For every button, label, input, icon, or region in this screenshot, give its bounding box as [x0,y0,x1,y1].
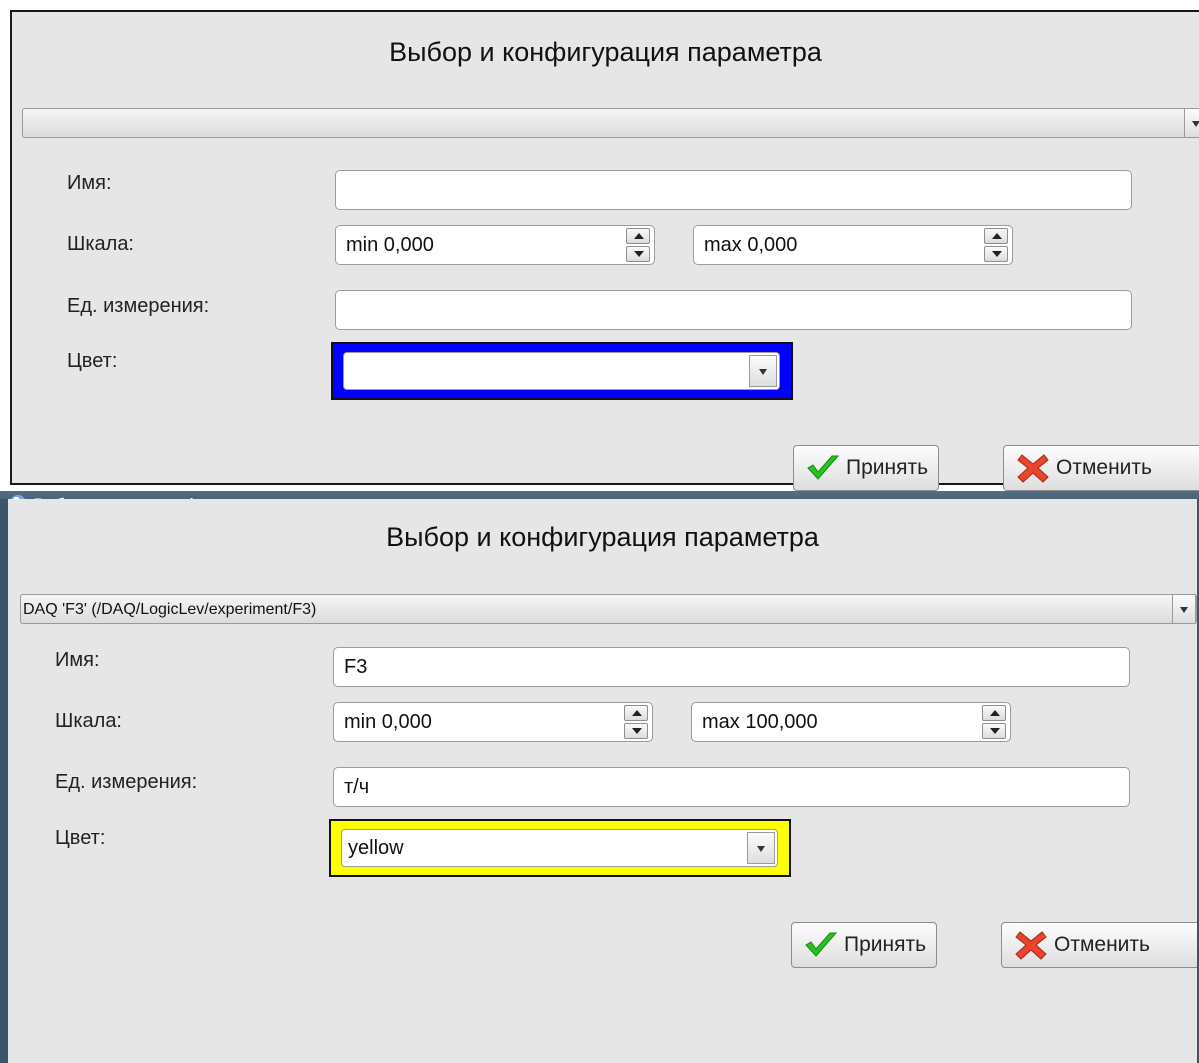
cross-icon [1017,454,1049,483]
config-dialog-empty: Выбор и конфигурация параметра Имя: Шкал… [10,10,1199,491]
chevron-down-icon[interactable] [1172,594,1196,624]
color-swatch [331,342,793,400]
color-label: Цвет: [67,350,118,372]
units-field[interactable] [335,290,1132,330]
cross-icon [1015,931,1047,960]
name-label: Имя: [67,172,112,194]
spin-up-icon[interactable] [624,705,648,721]
scale-min-value: min 0,000 [346,234,434,256]
chevron-down-icon[interactable] [747,832,775,864]
dialog-heading: Выбор и конфигурация параметра [386,522,819,552]
check-icon [805,932,838,957]
scale-max-spinbox[interactable]: max 100,000 [691,702,1011,742]
dialog-heading: Выбор и конфигурация параметра [389,37,822,67]
cancel-button-label: Отменить [1054,933,1150,956]
name-field[interactable]: F3 [333,647,1130,687]
color-select[interactable]: yellow [341,829,778,867]
name-field[interactable] [335,170,1132,210]
name-label: Имя: [55,649,100,671]
units-field[interactable]: т/ч [333,767,1130,807]
scale-min-value: min 0,000 [344,711,432,733]
color-select[interactable] [343,352,780,390]
units-label: Ед. измерения: [67,295,210,317]
spin-up-icon[interactable] [982,705,1006,721]
scale-max-value: max 0,000 [704,234,798,256]
cancel-button-label: Отменить [1056,456,1152,479]
accept-button[interactable]: Принять [793,445,940,491]
scale-min-spinbox[interactable]: min 0,000 [333,702,653,742]
config-dialog-filled: Выбор и конфигурация параметра DAQ 'F3' … [0,499,1199,1063]
color-swatch: yellow [329,819,791,877]
scale-min-spinbox[interactable]: min 0,000 [335,225,655,265]
spin-up-icon[interactable] [984,228,1008,244]
spin-down-icon[interactable] [984,246,1008,262]
chevron-down-icon[interactable] [749,355,777,387]
scale-label: Шкала: [67,233,134,255]
accept-button-label: Принять [844,933,927,956]
spin-down-icon[interactable] [626,246,650,262]
units-label: Ед. измерения: [55,771,198,793]
check-icon [807,455,840,480]
spin-down-icon[interactable] [982,723,1006,739]
color-select-value: yellow [348,837,404,859]
accept-button-label: Принять [846,456,929,479]
parameter-select[interactable]: DAQ 'F3' (/DAQ/LogicLev/experiment/F3) [20,594,1197,624]
spin-down-icon[interactable] [624,723,648,739]
scale-max-value: max 100,000 [702,711,818,733]
spin-up-icon[interactable] [626,228,650,244]
parameter-select-value: DAQ 'F3' (/DAQ/LogicLev/experiment/F3) [23,601,317,618]
chevron-down-icon[interactable] [1184,108,1199,138]
cancel-button[interactable]: Отменить [1001,922,1197,968]
parameter-select[interactable] [22,108,1199,138]
scale-label: Шкала: [55,710,122,732]
scale-max-spinbox[interactable]: max 0,000 [693,225,1013,265]
accept-button[interactable]: Принять [791,922,938,968]
cancel-button[interactable]: Отменить [1003,445,1199,491]
color-label: Цвет: [55,827,106,849]
